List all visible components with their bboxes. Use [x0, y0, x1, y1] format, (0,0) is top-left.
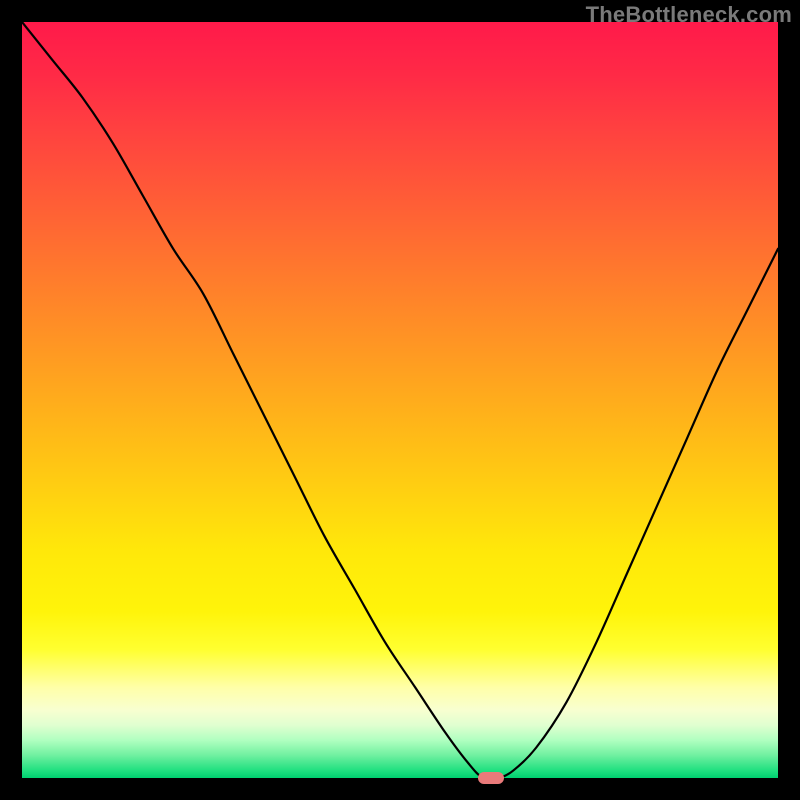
curve-layer — [22, 22, 778, 778]
watermark-text: TheBottleneck.com — [586, 2, 792, 28]
plot-area — [22, 22, 778, 778]
bottleneck-curve — [22, 22, 778, 778]
chart-frame: TheBottleneck.com — [0, 0, 800, 800]
optimal-marker — [478, 772, 505, 784]
